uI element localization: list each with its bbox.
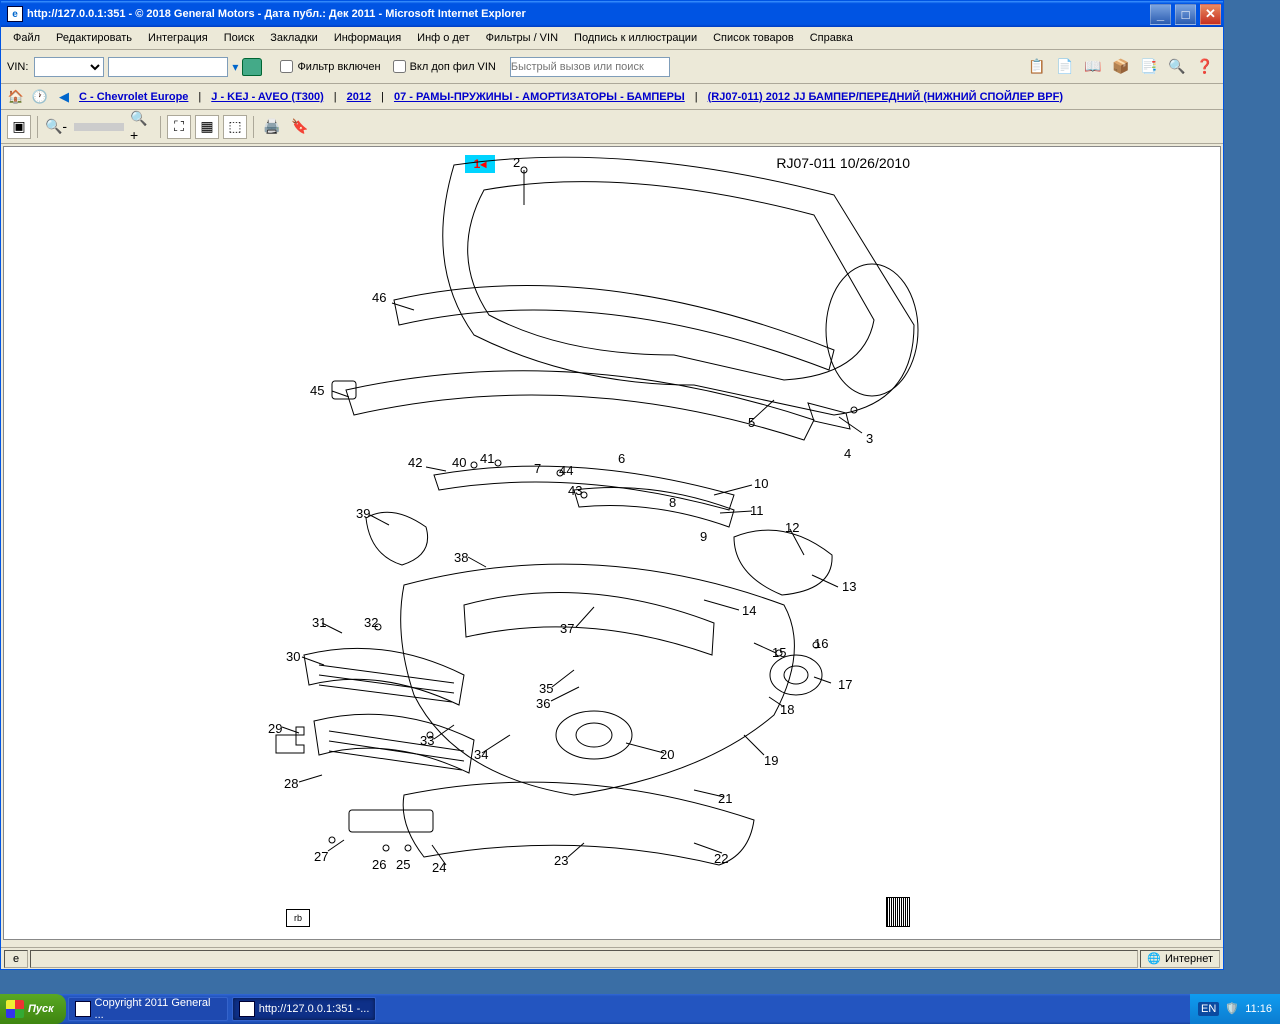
ie-icon [239, 1001, 255, 1017]
region-icon[interactable]: ⬚ [223, 115, 247, 139]
frame-icon[interactable]: ▦ [195, 115, 219, 139]
barcode-mark [886, 897, 910, 927]
breadcrumb-link-vehicle[interactable]: C - Chevrolet Europe [79, 91, 188, 103]
package-icon[interactable]: 📦 [1109, 55, 1133, 79]
menubar: Файл Редактировать Интеграция Поиск Закл… [1, 27, 1223, 50]
vin-input[interactable] [108, 57, 228, 77]
dropdown-arrow-icon[interactable]: ▾ [232, 60, 238, 74]
ie-icon [75, 1001, 91, 1017]
clock[interactable]: 11:16 [1245, 1003, 1272, 1015]
status-ie-icon: e [4, 950, 28, 968]
start-button[interactable]: Пуск [0, 994, 66, 1024]
taskbar: Пуск Copyright 2011 General ... http://1… [0, 994, 1280, 1024]
breadcrumb-link-model[interactable]: J - KEJ - AVEO (T300) [211, 91, 323, 103]
help-icon[interactable]: ❓ [1193, 55, 1217, 79]
taskbar-item-2[interactable]: http://127.0.0.1:351 -... [232, 997, 377, 1021]
status-mid [30, 950, 1138, 968]
status-zone: 🌐 Интернет [1140, 950, 1220, 968]
back-icon[interactable]: ◀ [55, 88, 73, 106]
maximize-button[interactable]: □ [1175, 4, 1196, 25]
print-icon[interactable]: 🖨️ [260, 115, 284, 139]
content-area: RJ07-011 10/26/2010 1◀ 2 46 45 3 4 5 42 … [3, 146, 1221, 940]
zoom-out-icon[interactable]: 🔍- [44, 115, 68, 139]
vin-select[interactable] [34, 57, 104, 77]
window-title: http://127.0.0.1:351 - © 2018 General Mo… [27, 8, 1148, 20]
ie-icon: e [7, 6, 23, 22]
globe-icon: 🌐 [1147, 952, 1161, 965]
system-tray: EN 🛡️ 11:16 [1190, 994, 1280, 1024]
breadcrumb-bar: 🏠 🕐 ◀ C - Chevrolet Europe| J - KEJ - AV… [1, 84, 1223, 110]
exploded-diagram[interactable]: 2 46 45 3 4 5 42 40 41 7 44 43 6 8 10 11… [274, 155, 934, 915]
titlebar: e http://127.0.0.1:351 - © 2018 General … [1, 1, 1223, 27]
menu-productlist[interactable]: Список товаров [705, 29, 802, 47]
fit-icon[interactable]: ⛶ [167, 115, 191, 139]
document-icon[interactable]: 📄 [1053, 55, 1077, 79]
zoom-in-icon[interactable]: 🔍+ [130, 115, 154, 139]
menu-search[interactable]: Поиск [216, 29, 262, 47]
menu-file[interactable]: Файл [5, 29, 48, 47]
taskbar-item-1[interactable]: Copyright 2011 General ... [68, 997, 228, 1021]
notes-icon[interactable]: 📋 [1025, 55, 1049, 79]
book-icon[interactable]: 📖 [1081, 55, 1105, 79]
statusbar: e 🌐 Интернет [1, 947, 1223, 969]
breadcrumb-link-figure[interactable]: (RJ07-011) 2012 JJ БАМПЕР/ПЕРЕДНИЙ (НИЖН… [708, 91, 1063, 103]
diagram-svg [274, 155, 934, 915]
minimize-button[interactable]: _ [1150, 4, 1171, 25]
vin-label: VIN: [7, 61, 28, 73]
menu-edit[interactable]: Редактировать [48, 29, 140, 47]
zoom-slider[interactable] [74, 123, 124, 131]
breadcrumb-link-section[interactable]: 07 - РАМЫ-ПРУЖИНЫ - АМОРТИЗАТОРЫ - БАМПЕ… [394, 91, 685, 103]
menu-help[interactable]: Справка [802, 29, 861, 47]
language-indicator[interactable]: EN [1198, 1002, 1219, 1016]
select-icon[interactable]: ▣ [7, 115, 31, 139]
shield-icon[interactable]: 🛡️ [1225, 1002, 1239, 1016]
menu-integration[interactable]: Интеграция [140, 29, 216, 47]
home-icon[interactable]: 🏠 [7, 88, 25, 106]
menu-bookmarks[interactable]: Закладки [262, 29, 326, 47]
history-icon[interactable]: 🕐 [31, 88, 49, 106]
breadcrumb-link-year[interactable]: 2012 [347, 91, 371, 103]
bookmark-icon[interactable]: 🔖 [288, 115, 312, 139]
add-fil-vin-checkbox[interactable]: Вкл доп фил VIN [393, 60, 496, 73]
menu-filtersvin[interactable]: Фильтры / VIN [478, 29, 566, 47]
image-toolbar: ▣ 🔍- 🔍+ ⛶ ▦ ⬚ 🖨️ 🔖 [1, 110, 1223, 144]
browser-window: e http://127.0.0.1:351 - © 2018 General … [0, 0, 1224, 970]
quick-search-input[interactable] [510, 57, 670, 77]
windows-flag-icon [6, 1000, 24, 1018]
menu-signature[interactable]: Подпись к иллюстрации [566, 29, 705, 47]
menu-information[interactable]: Информация [326, 29, 409, 47]
search-icon[interactable]: 🔍 [1165, 55, 1189, 79]
copy-icon[interactable]: 📑 [1137, 55, 1161, 79]
car-icon[interactable] [242, 58, 262, 76]
rb-mark: rb [286, 909, 310, 927]
filter-toolbar: VIN: ▾ Фильтр включен Вкл доп фил VIN 📋 … [1, 50, 1223, 84]
filter-on-checkbox[interactable]: Фильтр включен [280, 60, 380, 73]
close-button[interactable]: ✕ [1200, 4, 1221, 25]
menu-infodet[interactable]: Инф о дет [409, 29, 477, 47]
